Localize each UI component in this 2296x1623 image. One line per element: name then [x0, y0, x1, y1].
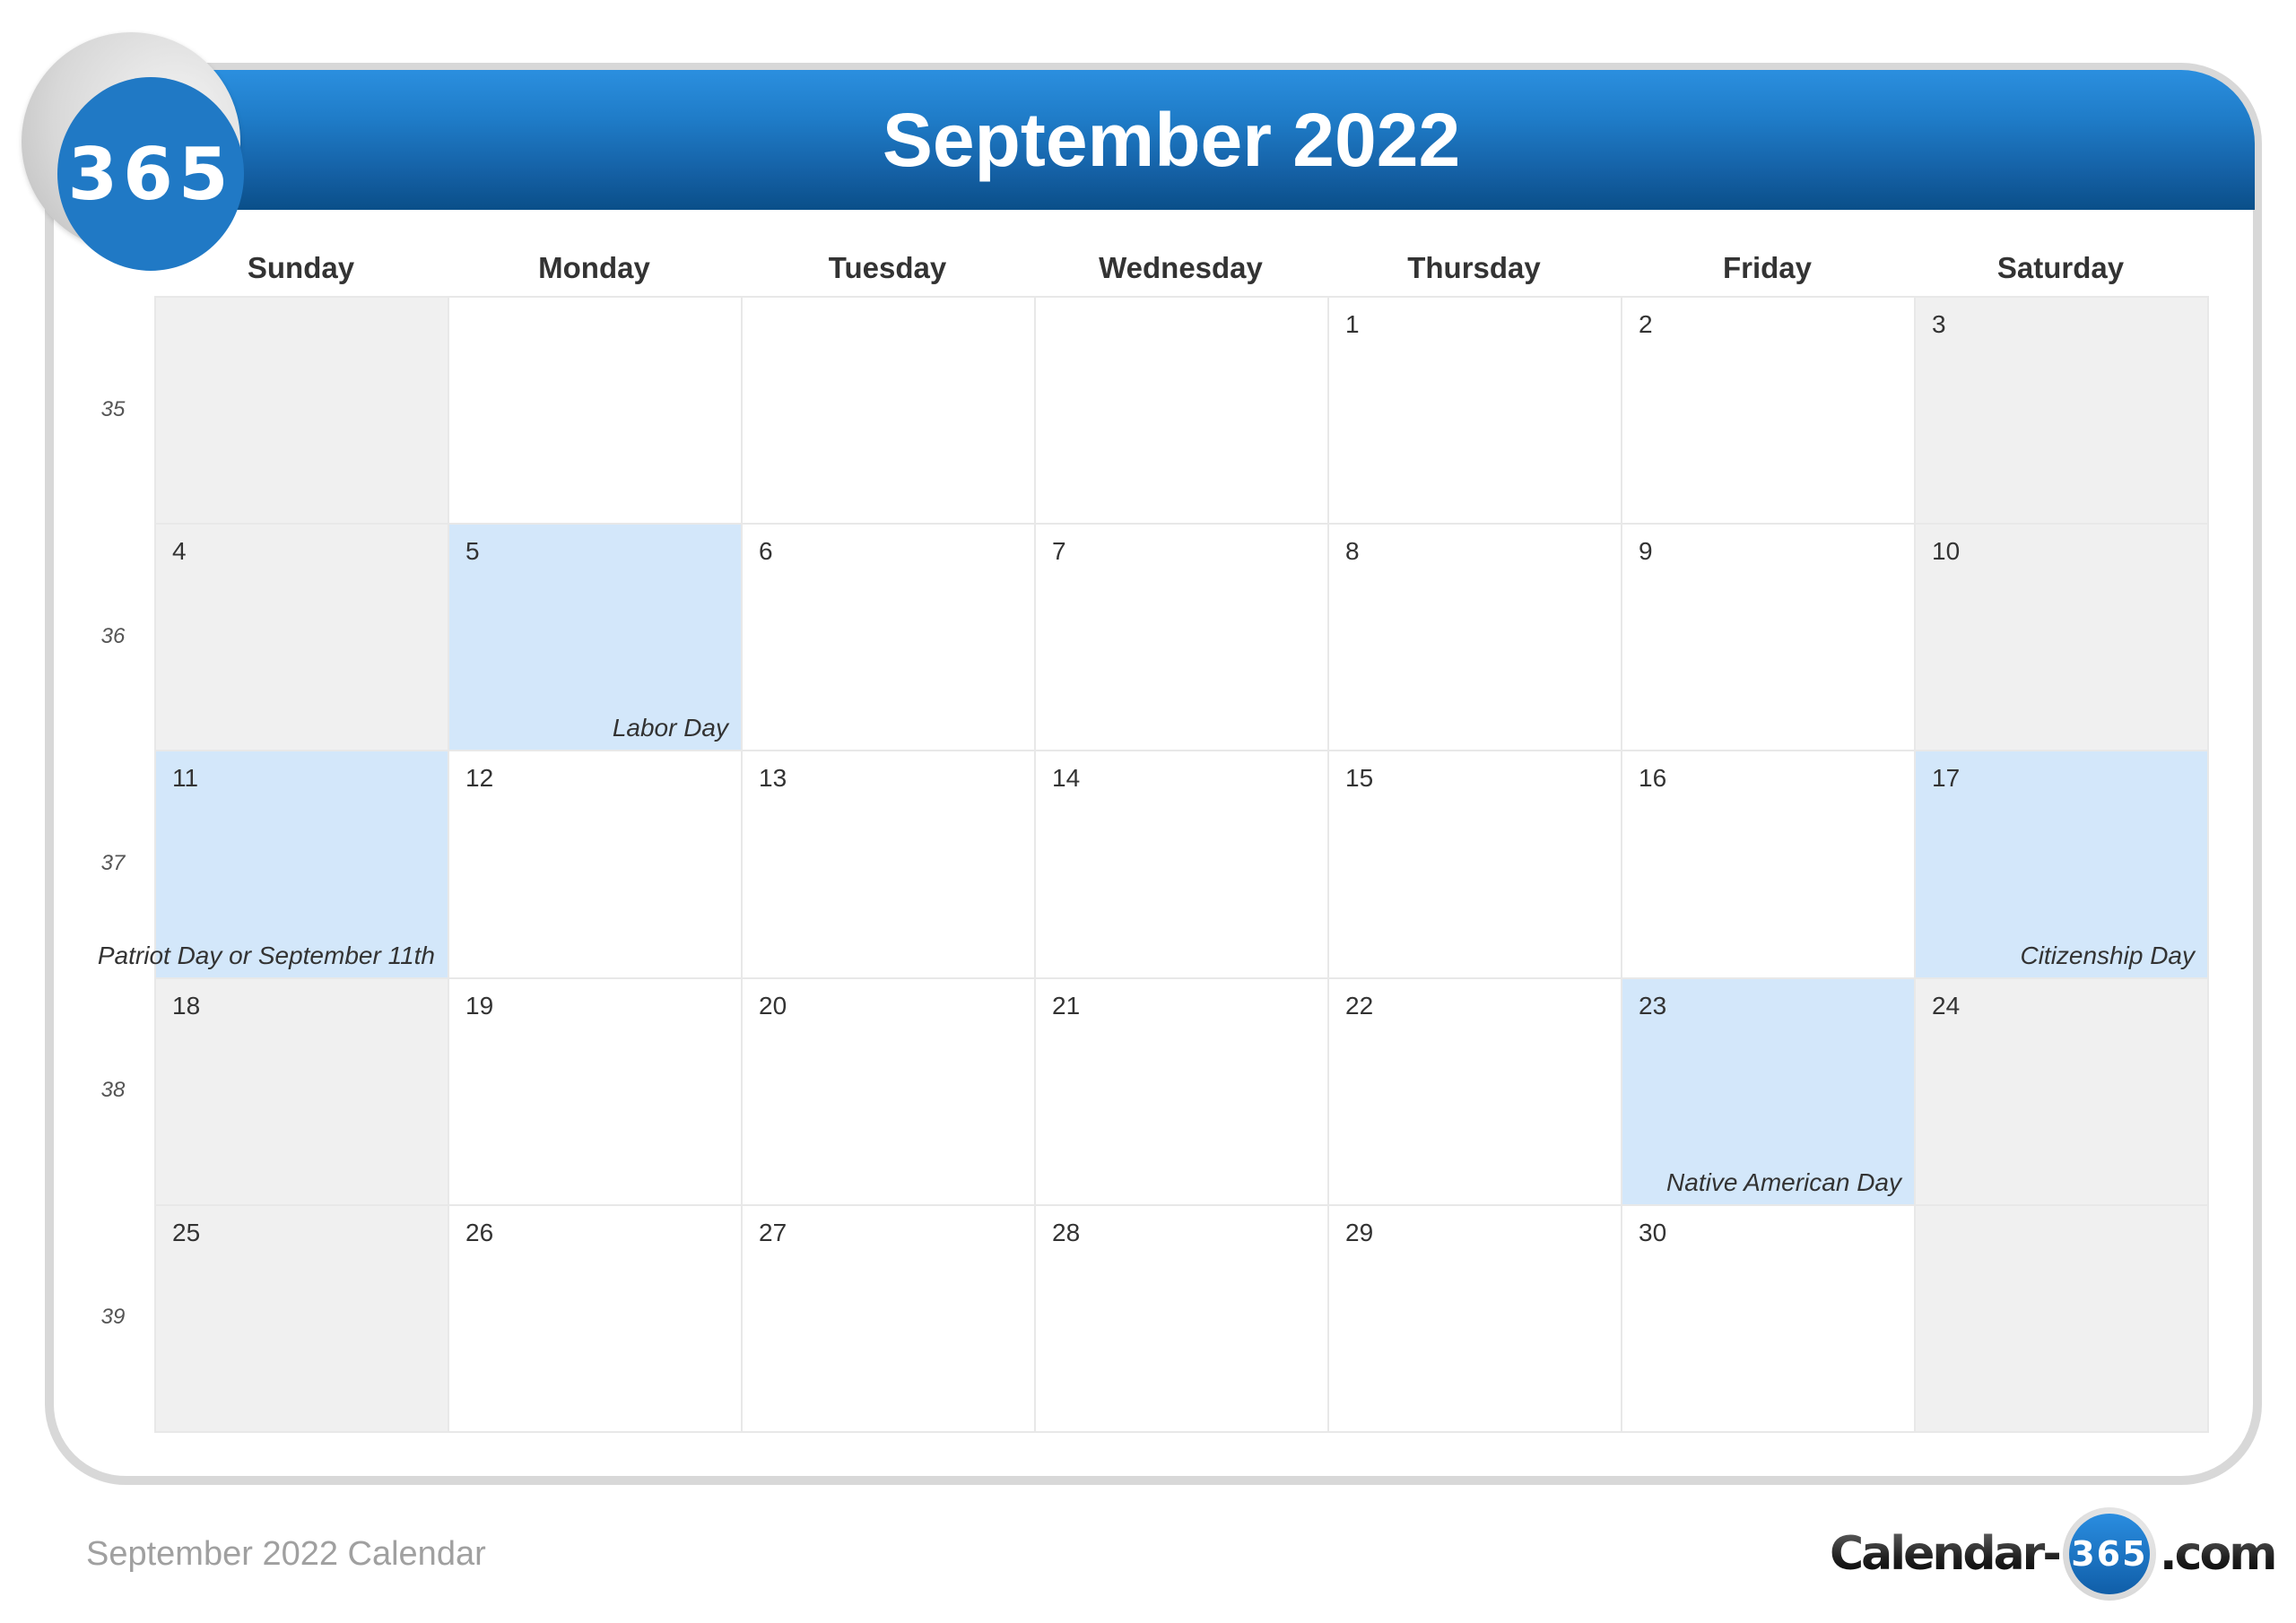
day-number: 22: [1345, 991, 1374, 1020]
weekday-header-friday: Friday: [1722, 251, 1813, 284]
day-number: 20: [759, 991, 787, 1020]
day-cell[interactable]: 6: [741, 523, 1036, 752]
day-cell[interactable]: 17 Citizenship Day: [1914, 750, 2209, 979]
week-number: 39: [100, 1305, 126, 1330]
day-number: 12: [465, 764, 494, 793]
calendar-grid: 1 2 3 4 5 Labor Day 6 7 8 9 10 11 Patriot Day or Sep…: [98, 296, 2209, 1433]
day-cell[interactable]: 18: [154, 976, 449, 1206]
week-number: 38: [100, 1078, 126, 1103]
day-cell[interactable]: 23 Native American Day: [1621, 976, 1916, 1206]
day-cell[interactable]: 25: [154, 1203, 449, 1433]
day-number: 27: [759, 1218, 787, 1246]
day-cell[interactable]: 8: [1327, 523, 1622, 752]
day-cell[interactable]: 7: [1034, 523, 1329, 752]
empty-day-cell: [1034, 296, 1329, 525]
day-number: 14: [1052, 764, 1081, 793]
logo-text: 365: [67, 132, 234, 216]
weekday-header-tuesday: Tuesday: [828, 251, 947, 284]
day-number: 26: [465, 1218, 494, 1246]
week-number: 36: [100, 623, 126, 648]
day-cell[interactable]: 4: [154, 523, 449, 752]
footer-brand-logo[interactable]: Calendar- 365 .com: [1830, 1505, 2277, 1603]
weekday-header-monday: Monday: [538, 251, 650, 284]
week-number: 35: [100, 396, 126, 421]
holiday-label: Patriot Day or September 11th: [97, 941, 435, 969]
empty-day-cell: [741, 296, 1036, 525]
day-cell[interactable]: 1: [1327, 296, 1622, 525]
footer-brand-badge: 365: [2062, 1507, 2156, 1601]
day-cell[interactable]: 13: [741, 750, 1036, 979]
day-cell[interactable]: 21: [1034, 976, 1329, 1206]
day-number: 7: [1052, 537, 1066, 566]
day-number: 4: [172, 537, 187, 566]
day-number: 18: [172, 991, 201, 1020]
day-number: 16: [1639, 764, 1667, 793]
day-number: 3: [1932, 310, 1946, 338]
day-number: 29: [1345, 1218, 1374, 1246]
day-number: 8: [1345, 537, 1360, 566]
holiday-label: Native American Day: [1666, 1167, 1901, 1196]
month-title: September 2022: [882, 97, 1461, 182]
holiday-label: Labor Day: [612, 714, 728, 742]
weekday-header-sunday: Sunday: [247, 251, 355, 284]
day-number: 9: [1639, 537, 1653, 566]
empty-day-cell: [154, 296, 449, 525]
day-number: 2: [1639, 310, 1653, 338]
day-number: 6: [759, 537, 773, 566]
footer-caption: September 2022 Calendar: [86, 1535, 486, 1573]
holiday-label: Citizenship Day: [2020, 941, 2195, 969]
day-number: 13: [759, 764, 787, 793]
day-cell[interactable]: 27: [741, 1203, 1036, 1433]
day-number: 17: [1932, 764, 1961, 793]
day-cell[interactable]: 14: [1034, 750, 1329, 979]
day-number: 21: [1052, 991, 1081, 1020]
weekday-header-thursday: Thursday: [1407, 251, 1541, 284]
day-cell[interactable]: 22: [1327, 976, 1622, 1206]
day-cell[interactable]: 26: [448, 1203, 743, 1433]
day-cell[interactable]: 30: [1621, 1203, 1916, 1433]
day-number: 10: [1932, 537, 1961, 566]
footer-brand-disc: 365: [2068, 1514, 2150, 1594]
footer-brand-number: 365: [2071, 1534, 2148, 1574]
week-number: 37: [100, 851, 126, 875]
day-number: 11: [172, 764, 199, 793]
footer-brand-prefix: Calendar-: [1830, 1527, 2062, 1581]
day-number: 24: [1932, 991, 1961, 1020]
day-cell[interactable]: 20: [741, 976, 1036, 1206]
logo-badge: 365: [22, 32, 244, 271]
day-cell[interactable]: 11 Patriot Day or September 11th: [98, 750, 449, 979]
day-number: 1: [1345, 310, 1360, 338]
day-cell[interactable]: 12: [448, 750, 743, 979]
day-cell[interactable]: 29: [1327, 1203, 1622, 1433]
day-number: 25: [172, 1218, 201, 1246]
logo-disc: 365: [57, 77, 244, 271]
day-cell[interactable]: 28: [1034, 1203, 1329, 1433]
weekday-header-wednesday: Wednesday: [1099, 251, 1263, 284]
weekday-header-saturday: Saturday: [1996, 251, 2125, 284]
day-number: 5: [465, 537, 480, 566]
footer-brand-suffix: .com: [2159, 1527, 2277, 1581]
day-cell[interactable]: 19: [448, 976, 743, 1206]
day-cell[interactable]: 2: [1621, 296, 1916, 525]
empty-day-cell: [1914, 1203, 2209, 1433]
day-cell[interactable]: 10: [1914, 523, 2209, 752]
day-number: 15: [1345, 764, 1374, 793]
day-cell[interactable]: 15: [1327, 750, 1622, 979]
day-cell[interactable]: 24: [1914, 976, 2209, 1206]
day-cell[interactable]: 3: [1914, 296, 2209, 525]
day-number: 19: [465, 991, 494, 1020]
day-number: 23: [1639, 991, 1667, 1020]
day-number: 28: [1052, 1218, 1081, 1246]
day-number: 30: [1639, 1218, 1667, 1246]
empty-day-cell: [448, 296, 743, 525]
day-cell[interactable]: 9: [1621, 523, 1916, 752]
day-cell[interactable]: 16: [1621, 750, 1916, 979]
day-cell[interactable]: 5 Labor Day: [448, 523, 743, 752]
